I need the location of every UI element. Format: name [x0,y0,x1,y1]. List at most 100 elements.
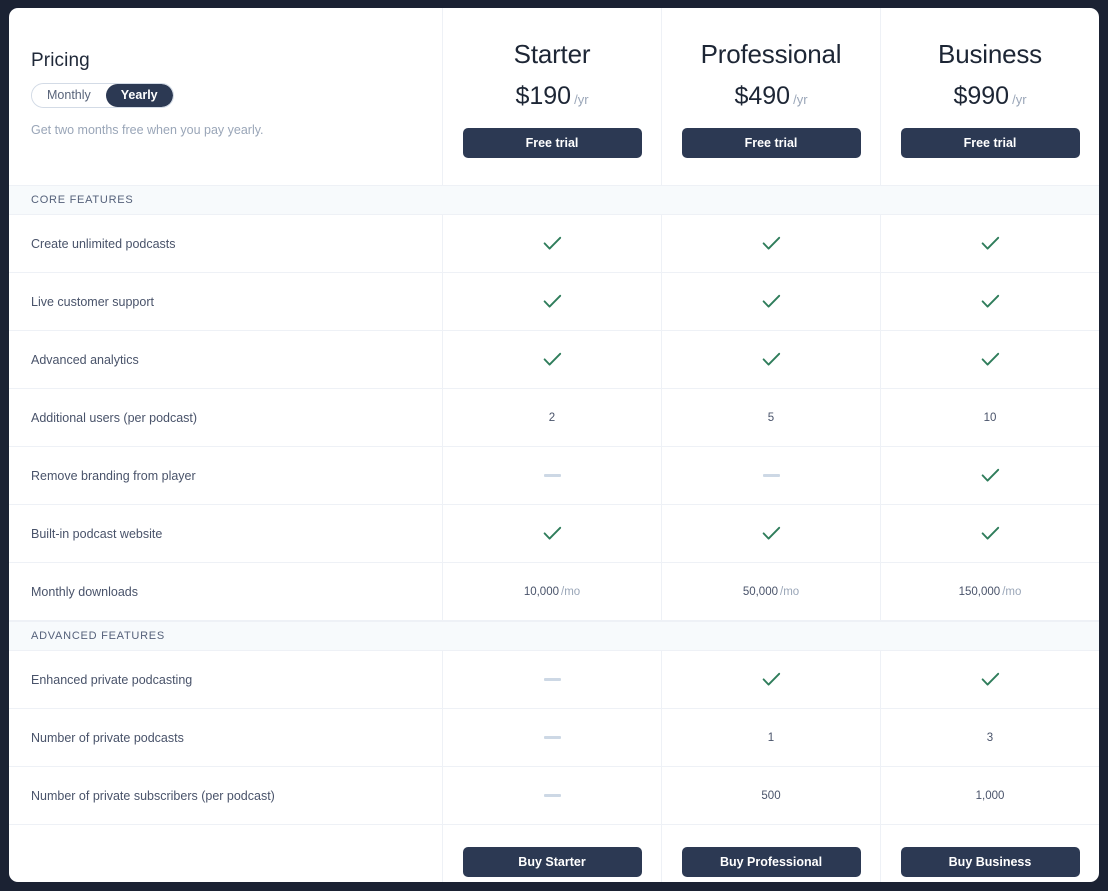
pricing-header-left: Pricing Monthly Yearly Get two months fr… [9,8,442,185]
feature-cell [442,331,661,388]
plan-price: $990 [953,82,1009,110]
page-title: Pricing [31,50,442,72]
feature-cell: 1 [661,709,880,766]
free-trial-button-business[interactable]: Free trial [901,128,1080,158]
feature-cell [880,505,1099,562]
feature-cell [880,331,1099,388]
feature-cell [661,651,880,708]
footer-cell-business: Buy Business [880,825,1099,882]
plan-price-line: $990/yr [953,82,1026,111]
feature-cell [661,273,880,330]
section-title: CORE FEATURES [9,194,133,206]
check-icon [981,352,1000,367]
table-row: Additional users (per podcast) 2 5 10 [9,389,1099,447]
feature-cell: 50,000/mo [661,563,880,620]
free-trial-button-professional[interactable]: Free trial [682,128,861,158]
plan-header-professional: Professional $490/yr Free trial [661,8,880,185]
feature-cell [880,215,1099,272]
feature-label: Live customer support [9,273,442,330]
check-icon [762,672,781,687]
feature-label: Advanced analytics [9,331,442,388]
section-header-row: ADVANCED FEATURES [9,621,1099,651]
feature-label: Create unlimited podcasts [9,215,442,272]
check-icon [762,526,781,541]
feature-cell [442,447,661,504]
feature-cell [442,709,661,766]
free-trial-button-starter[interactable]: Free trial [463,128,642,158]
feature-cell [880,651,1099,708]
cell-value: 10 [984,412,997,424]
dash-icon [544,678,561,681]
feature-cell: 3 [880,709,1099,766]
table-row: Remove branding from player [9,447,1099,505]
footer-spacer [9,825,442,882]
check-icon [762,294,781,309]
plan-price-line: $190/yr [515,82,588,111]
cell-value: 50,000/mo [743,586,799,598]
plan-header-business: Business $990/yr Free trial [880,8,1099,185]
section-header-row: CORE FEATURES [9,185,1099,215]
check-icon [981,526,1000,541]
check-icon [762,236,781,251]
plan-price: $190 [515,82,571,110]
plan-period: /yr [1012,92,1026,107]
table-row: Create unlimited podcasts [9,215,1099,273]
plan-name: Professional [701,39,842,70]
feature-cell [442,651,661,708]
buy-button-business[interactable]: Buy Business [901,847,1080,877]
table-row: Enhanced private podcasting [9,651,1099,709]
table-row: Monthly downloads10,000/mo50,000/mo150,0… [9,563,1099,621]
check-icon [981,294,1000,309]
feature-label: Number of private subscribers (per podca… [9,767,442,824]
page-background: Pricing Monthly Yearly Get two months fr… [0,0,1108,891]
plan-name: Starter [514,39,591,70]
feature-label: Remove branding from player [9,447,442,504]
feature-cell [442,767,661,824]
cell-unit: /mo [1002,586,1021,598]
cell-value: 2 [549,412,555,424]
feature-cell: 1,000 [880,767,1099,824]
table-row: Advanced analytics [9,331,1099,389]
cell-value: 3 [987,732,993,744]
plan-header-starter: Starter $190/yr Free trial [442,8,661,185]
feature-label: Number of private podcasts [9,709,442,766]
cell-value: 10,000/mo [524,586,580,598]
feature-cell: 10 [880,389,1099,446]
billing-note: Get two months free when you pay yearly. [31,123,442,137]
section-title: ADVANCED FEATURES [9,630,165,642]
feature-cell [661,215,880,272]
check-icon [543,294,562,309]
billing-period-toggle[interactable]: Monthly Yearly [31,83,174,108]
check-icon [543,352,562,367]
buy-button-professional[interactable]: Buy Professional [682,847,861,877]
check-icon [981,236,1000,251]
plan-price-line: $490/yr [734,82,807,111]
check-icon [543,526,562,541]
feature-cell [442,215,661,272]
dash-icon [544,794,561,797]
pricing-card: Pricing Monthly Yearly Get two months fr… [9,8,1099,882]
feature-cell: 2 [442,389,661,446]
feature-cell [661,447,880,504]
feature-cell [661,505,880,562]
cell-unit: /mo [561,586,580,598]
cell-value: 1 [768,732,774,744]
toggle-option-yearly[interactable]: Yearly [106,84,173,107]
toggle-option-monthly[interactable]: Monthly [32,84,106,107]
feature-cell: 5 [661,389,880,446]
cell-value: 5 [768,412,774,424]
buy-button-starter[interactable]: Buy Starter [463,847,642,877]
feature-label: Additional users (per podcast) [9,389,442,446]
feature-cell: 500 [661,767,880,824]
feature-cell: 10,000/mo [442,563,661,620]
cell-unit: /mo [780,586,799,598]
cell-value: 150,000/mo [959,586,1022,598]
check-icon [981,672,1000,687]
dash-icon [763,474,780,477]
plan-name: Business [938,39,1042,70]
plan-period: /yr [574,92,588,107]
check-icon [762,352,781,367]
dash-icon [544,474,561,477]
feature-cell [880,447,1099,504]
table-row: Number of private podcasts 1 3 [9,709,1099,767]
